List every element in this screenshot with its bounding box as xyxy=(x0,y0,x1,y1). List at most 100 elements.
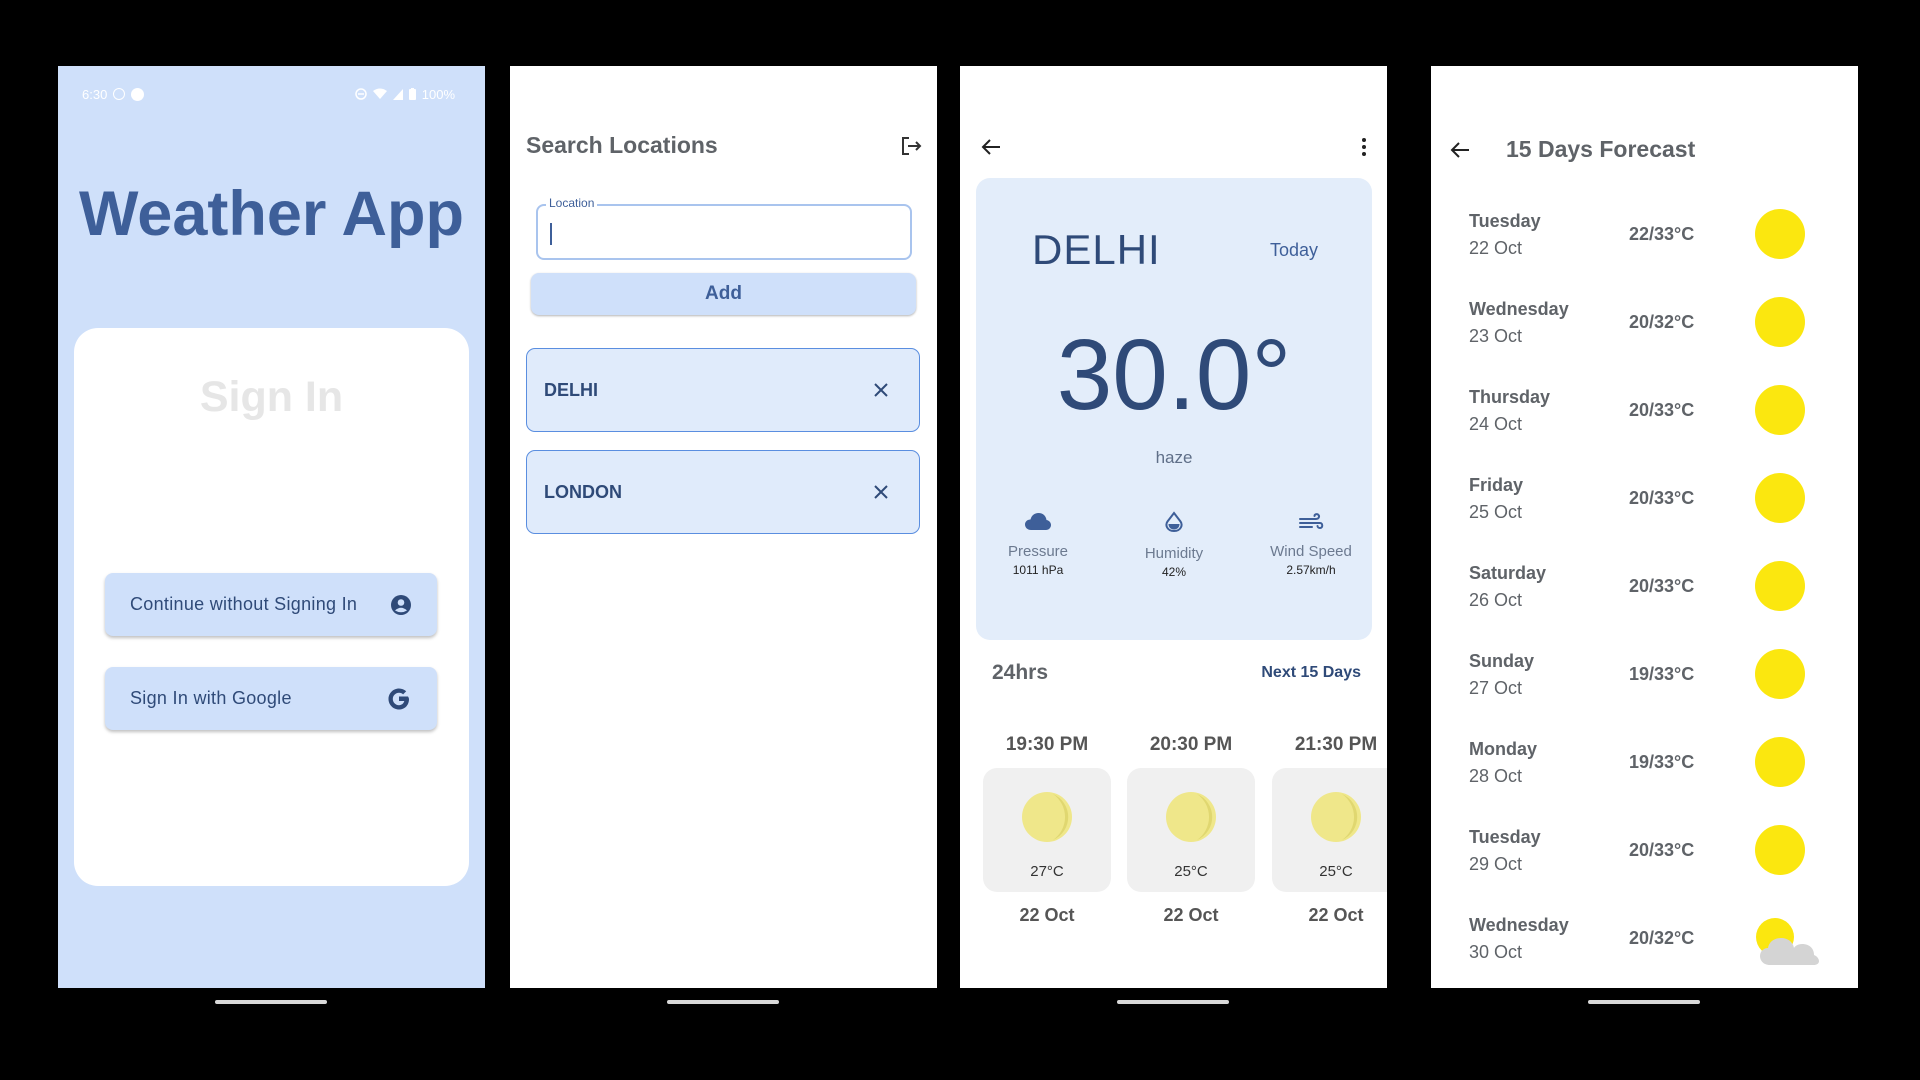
status-time: 6:30 xyxy=(82,86,108,102)
forecast-temp: 20/33°C xyxy=(1629,840,1695,860)
forecast-temp: 19/33°C xyxy=(1629,752,1695,772)
current-weather-card: DELHI Today 30.0° haze Pressure 1011 hPa… xyxy=(976,178,1372,640)
sun-icon xyxy=(1755,209,1805,259)
forecast-day: Thursday xyxy=(1469,387,1551,407)
forecast-temp: 20/32°C xyxy=(1629,312,1695,332)
forecast-day: Tuesday xyxy=(1469,827,1541,847)
back-arrow-icon[interactable] xyxy=(1449,139,1471,161)
hour-temp: 27°C xyxy=(1030,863,1064,880)
continue-without-signin-button[interactable]: Continue without Signing In xyxy=(105,573,437,636)
add-button[interactable]: Add xyxy=(531,273,916,315)
hour-time: 20:30 PM xyxy=(1149,734,1233,755)
continue-without-signin-label: Continue without Signing In xyxy=(130,594,358,614)
partly-cloudy-icon xyxy=(1756,918,1819,965)
hour-date: 22 Oct xyxy=(1163,905,1219,925)
stat-label: Humidity xyxy=(1144,545,1204,562)
location-label: Location xyxy=(546,196,598,210)
forecast-row: Tuesday 22 Oct 22/33°C xyxy=(1469,199,1829,269)
forecast-date: 26 Oct xyxy=(1469,590,1523,610)
close-icon[interactable] xyxy=(873,484,889,500)
forecast-date: 25 Oct xyxy=(1469,502,1523,522)
signin-title: Sign In xyxy=(199,373,344,421)
forecast-temp: 20/33°C xyxy=(1629,400,1695,420)
sun-icon xyxy=(1755,649,1805,699)
weather-detail-screen: DELHI Today 30.0° haze Pressure 1011 hPa… xyxy=(960,66,1387,988)
home-indicator[interactable] xyxy=(667,1000,779,1004)
home-indicator[interactable] xyxy=(1588,1000,1700,1004)
whatsapp-icon xyxy=(113,88,126,100)
location-card[interactable]: DELHI xyxy=(526,348,920,432)
forecast-row: Sunday 27 Oct 19/33°C xyxy=(1469,639,1829,709)
forecast-temp: 20/33°C xyxy=(1629,488,1695,508)
forecast-temp: 20/33°C xyxy=(1629,576,1695,596)
forecast-date: 29 Oct xyxy=(1469,854,1523,874)
forecast-row: Tuesday 29 Oct 20/33°C xyxy=(1469,815,1829,885)
google-signin-label: Sign In with Google xyxy=(130,688,292,708)
signin-card: Sign In Continue without Signing In Sign… xyxy=(74,328,469,886)
hourly-item[interactable]: 20:30 PM 25°C 22 Oct xyxy=(1126,734,1256,926)
notification-dot-icon xyxy=(131,87,145,101)
hour-card: 25°C xyxy=(1272,768,1387,892)
forecast-day: Tuesday xyxy=(1469,211,1541,231)
home-indicator[interactable] xyxy=(215,1000,327,1004)
page-title: 15 Days Forecast xyxy=(1506,136,1696,162)
back-arrow-icon[interactable] xyxy=(980,136,1002,158)
moon-icon xyxy=(1022,792,1072,842)
forecast-date: 30 Oct xyxy=(1469,942,1523,962)
account-circle-icon xyxy=(391,594,411,615)
weather-condition: haze xyxy=(1155,448,1193,467)
search-locations-screen: Search Locations Location Add DELHI LOND… xyxy=(510,66,937,988)
logout-icon[interactable] xyxy=(899,134,923,158)
home-indicator[interactable] xyxy=(1117,1000,1229,1004)
forecast-day: Wednesday xyxy=(1469,299,1569,319)
hourly-item[interactable]: 19:30 PM 27°C 22 Oct xyxy=(982,734,1112,926)
location-name: LONDON xyxy=(544,481,622,502)
forecast-date: 23 Oct xyxy=(1469,326,1523,346)
detail-header xyxy=(980,136,1367,158)
forecast-temp: 22/33°C xyxy=(1629,224,1695,244)
forecast-header: 15 Days Forecast xyxy=(1449,136,1695,163)
google-icon xyxy=(388,688,409,709)
location-name: DELHI xyxy=(544,379,598,400)
close-icon[interactable] xyxy=(873,382,889,398)
forecast-row: Saturday 26 Oct 20/33°C xyxy=(1469,551,1829,621)
forecast-screen: 15 Days Forecast Tuesday 22 Oct 22/33°C … xyxy=(1431,66,1858,988)
hour-time: 21:30 PM xyxy=(1294,734,1378,755)
battery-level: 100% xyxy=(421,86,455,102)
forecast-day: Monday xyxy=(1469,739,1538,759)
app-title: Weather App xyxy=(78,179,465,249)
signal-icon xyxy=(392,88,403,100)
wind-speed-stat: Wind Speed 2.57km/h xyxy=(1251,511,1371,577)
hour-time: 19:30 PM xyxy=(1005,734,1089,755)
hour-date: 22 Oct xyxy=(1308,905,1364,925)
forecast-row: Wednesday 23 Oct 20/32°C xyxy=(1469,287,1829,357)
droplet-icon xyxy=(1165,511,1183,533)
page-title: Search Locations xyxy=(526,132,718,158)
forecast-day: Sunday xyxy=(1469,651,1535,671)
location-card[interactable]: LONDON xyxy=(526,450,920,534)
stat-value: 2.57km/h xyxy=(1286,563,1336,577)
hour-card: 27°C xyxy=(983,768,1111,892)
google-signin-button[interactable]: Sign In with Google xyxy=(105,667,437,730)
more-vert-icon[interactable] xyxy=(1361,136,1367,158)
hourly-item[interactable]: 21:30 PM 25°C 22 Oct xyxy=(1271,734,1387,926)
location-input[interactable]: Location xyxy=(536,196,912,260)
current-temperature: 30.0° xyxy=(1056,319,1292,431)
sun-icon xyxy=(1755,473,1805,523)
hourly-header: 24hrs Next 15 Days xyxy=(992,661,1361,685)
sun-icon xyxy=(1755,297,1805,347)
add-button-label: Add xyxy=(705,283,742,304)
forecast-date: 22 Oct xyxy=(1469,238,1523,258)
pressure-stat: Pressure 1011 hPa xyxy=(978,511,1098,577)
stat-label: Wind Speed xyxy=(1270,543,1352,560)
text-caret xyxy=(550,223,552,245)
forecast-date: 28 Oct xyxy=(1469,766,1523,786)
sun-icon xyxy=(1755,561,1805,611)
next-15-days-link[interactable]: Next 15 Days xyxy=(1261,664,1361,682)
forecast-date: 27 Oct xyxy=(1469,678,1523,698)
forecast-row: Thursday 24 Oct 20/33°C xyxy=(1469,375,1829,445)
forecast-row: Friday 25 Oct 20/33°C xyxy=(1469,463,1829,533)
day-label: Today xyxy=(1270,240,1319,260)
hourly-title: 24hrs xyxy=(992,661,1049,684)
sun-icon xyxy=(1755,385,1805,435)
